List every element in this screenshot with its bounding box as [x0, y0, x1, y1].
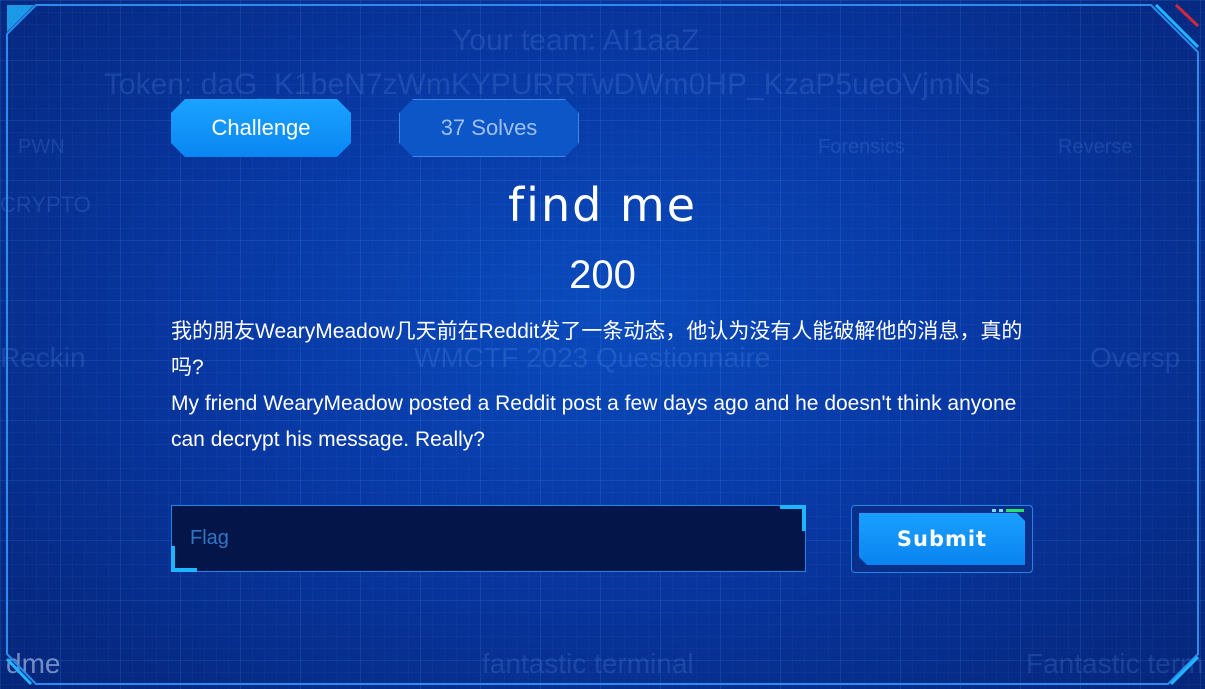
- bg-category-forensics: Forensics: [818, 136, 905, 158]
- submit-button[interactable]: Submit: [859, 513, 1025, 565]
- bg-token-line: Token: daG_K1beN7zWmKYPURRTwDWm0HP_KzaP5…: [104, 68, 991, 101]
- flag-input-wrapper: [171, 505, 806, 572]
- flag-input[interactable]: [171, 505, 806, 572]
- bg-mid-right: Oversp: [1090, 342, 1181, 373]
- bg-bottom-center: fantastic terminal: [482, 648, 694, 679]
- description-chinese: 我的朋友WearyMeadow几天前在Reddit发了一条动态，他认为没有人能破…: [171, 320, 1023, 379]
- tab-solves[interactable]: 37 Solves: [399, 99, 579, 157]
- challenge-value: 200: [569, 253, 636, 297]
- submit-button-frame: Submit: [851, 505, 1033, 573]
- description-english: My friend WearyMeadow posted a Reddit po…: [171, 392, 1017, 451]
- bg-team-line: Your team: AI1aaZ: [452, 24, 700, 57]
- challenge-modal-screen: Your team: AI1aaZ Token: daG_K1beN7zWmKY…: [0, 0, 1205, 689]
- bg-mid-left: Reckin: [0, 342, 86, 373]
- submit-deco-lights: [992, 509, 1024, 512]
- bg-bottom-right: Fantastic term: [1026, 648, 1204, 679]
- challenge-name: find me: [507, 178, 698, 232]
- tab-solves-label: 37 Solves: [440, 115, 538, 140]
- challenge-description: 我的朋友WearyMeadow几天前在Reddit发了一条动态，他认为没有人能破…: [171, 314, 1051, 458]
- bg-category-pwn: PWN: [18, 136, 65, 158]
- bg-bottom-left: dme: [6, 648, 61, 679]
- tab-challenge[interactable]: Challenge: [171, 99, 351, 157]
- tab-challenge-label: Challenge: [211, 115, 311, 140]
- bg-category-reverse: Reverse: [1058, 136, 1133, 158]
